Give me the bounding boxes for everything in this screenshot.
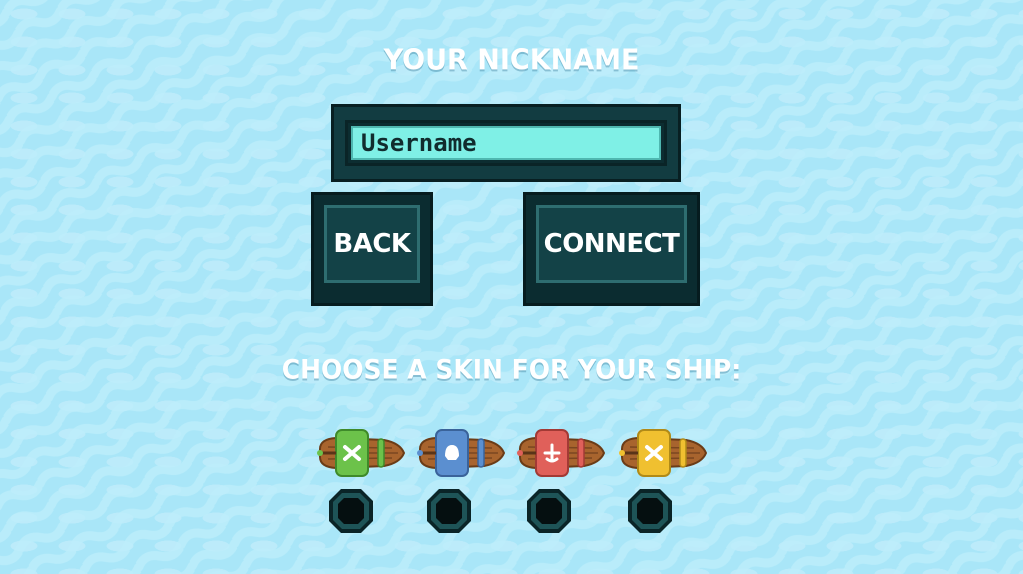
connect-button-label: CONNECT bbox=[536, 205, 687, 283]
nickname-input-frame bbox=[331, 104, 681, 182]
connect-button[interactable]: CONNECT bbox=[523, 192, 700, 306]
nickname-input[interactable] bbox=[351, 126, 661, 160]
skin-radio-green[interactable] bbox=[329, 489, 373, 533]
ship-skin-green[interactable] bbox=[314, 425, 406, 481]
nickname-input-border bbox=[345, 120, 667, 166]
skull-icon bbox=[445, 445, 459, 460]
nickname-title: YOUR NICKNAME bbox=[383, 44, 640, 77]
skin-radio-red[interactable] bbox=[527, 489, 571, 533]
ocean-background bbox=[0, 0, 1023, 574]
skin-title: CHOOSE A SKIN FOR YOUR SHIP: bbox=[281, 354, 742, 385]
skin-radio-blue[interactable] bbox=[427, 489, 471, 533]
ship-skin-yellow[interactable] bbox=[616, 425, 708, 481]
ship-skin-blue[interactable] bbox=[414, 425, 506, 481]
back-button[interactable]: BACK bbox=[311, 192, 433, 306]
ship-skin-red[interactable] bbox=[514, 425, 606, 481]
skin-radio-yellow[interactable] bbox=[628, 489, 672, 533]
back-button-label: BACK bbox=[324, 205, 420, 283]
